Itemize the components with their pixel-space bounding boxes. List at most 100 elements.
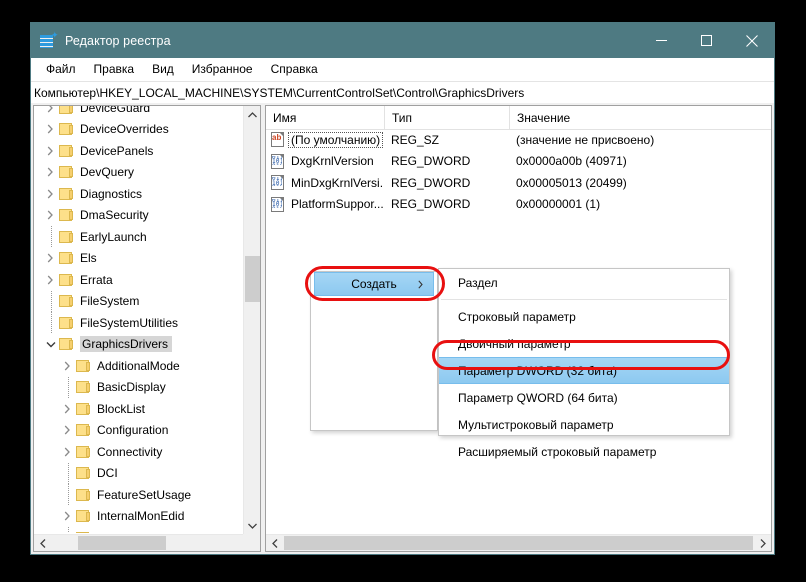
- submenu-item-4[interactable]: Параметр DWORD (32 бита): [439, 357, 729, 384]
- chevron-right-icon[interactable]: [60, 355, 75, 376]
- tree-node-devicepanels[interactable]: DevicePanels: [34, 140, 243, 162]
- chevron-right-icon[interactable]: [43, 183, 58, 204]
- tree-node-featuresetusage[interactable]: FeatureSetUsage: [34, 484, 243, 506]
- tree-node-els[interactable]: Els: [34, 248, 243, 270]
- chevron-right-icon[interactable]: [43, 106, 58, 118]
- values-hscroll-thumb[interactable]: [284, 536, 753, 550]
- chevron-right-icon[interactable]: [43, 269, 58, 290]
- value-data-cell: (значение не присвоено): [516, 132, 655, 147]
- tree-node-monitordatastor[interactable]: MonitorDataStor: [34, 527, 243, 533]
- value-row[interactable]: 011101010 MinDxgKrnlVersi... REG_DWORD 0x00…: [266, 172, 771, 194]
- tree-node-filesystemutilities[interactable]: FileSystemUtilities: [34, 312, 243, 334]
- value-row[interactable]: 011101010 PlatformSuppor... REG_DWORD 0x000…: [266, 194, 771, 216]
- chevron-right-icon[interactable]: [60, 441, 75, 462]
- tree-vertical-scrollbar[interactable]: [243, 106, 260, 534]
- submenu-item-3[interactable]: Двоичный параметр: [439, 330, 729, 357]
- address-path: Компьютер\HKEY_LOCAL_MACHINE\SYSTEM\Curr…: [34, 85, 525, 100]
- folder-icon: [58, 273, 75, 287]
- tree-guide-dots: [60, 484, 75, 505]
- submenu-item-1[interactable]: Раздел: [439, 269, 729, 296]
- submenu-item-label: Расширяемый строковый параметр: [458, 444, 657, 459]
- tree-hscroll-thumb[interactable]: [78, 536, 166, 550]
- menu-bar: Файл Правка Вид Избранное Справка: [31, 58, 774, 81]
- submenu-item-5[interactable]: Параметр QWORD (64 бита): [439, 384, 729, 411]
- chevron-right-icon[interactable]: [60, 420, 75, 441]
- window-titlebar: ✦ Редактор реестра: [31, 23, 774, 58]
- chevron-right-icon[interactable]: [43, 248, 58, 269]
- chevron-right-icon[interactable]: [43, 119, 58, 140]
- tree-node-dci[interactable]: DCI: [34, 463, 243, 485]
- tree-node-internalmonedid[interactable]: InternalMonEdid: [34, 506, 243, 528]
- tree-node-blocklist[interactable]: BlockList: [34, 398, 243, 420]
- tree-node-additionalmode[interactable]: AdditionalMode: [34, 355, 243, 377]
- tree-node-filesystem[interactable]: FileSystem: [34, 291, 243, 313]
- window-title: Редактор реестра: [65, 33, 171, 48]
- submenu-item-2[interactable]: Строковый параметр: [439, 303, 729, 330]
- scroll-up-icon[interactable]: [244, 106, 260, 123]
- folder-icon: [75, 531, 92, 533]
- tree-node-basicdisplay[interactable]: BasicDisplay: [34, 377, 243, 399]
- value-row[interactable]: ab (По умолчанию) REG_SZ (значение не присв…: [266, 129, 771, 151]
- chevron-right-icon[interactable]: [43, 162, 58, 183]
- menu-item-2[interactable]: Правка: [85, 60, 144, 79]
- maximize-button[interactable]: [684, 23, 729, 58]
- scroll-down-icon[interactable]: [244, 517, 260, 534]
- tree-node-connectivity[interactable]: Connectivity: [34, 441, 243, 463]
- column-header-2[interactable]: Тип: [384, 106, 509, 129]
- tree-node-label: Connectivity: [97, 444, 163, 459]
- column-header-1[interactable]: Имя: [266, 106, 384, 129]
- chevron-right-icon[interactable]: [60, 506, 75, 527]
- tree-node-label: MonitorDataStor: [97, 531, 188, 533]
- value-name-cell: ab (По умолчанию): [266, 131, 384, 148]
- chevron-right-icon[interactable]: [43, 140, 58, 161]
- value-row[interactable]: 011101010 DxgKrnlVersion REG_DWORD 0x0000a0…: [266, 151, 771, 173]
- tree-node-configuration[interactable]: Configuration: [34, 420, 243, 442]
- close-button[interactable]: [729, 23, 774, 58]
- folder-icon: [75, 402, 92, 416]
- tree-node-deviceguard[interactable]: DeviceGuard: [34, 106, 243, 119]
- tree-node-diagnostics[interactable]: Diagnostics: [34, 183, 243, 205]
- values-scroll-left-icon[interactable]: [266, 535, 283, 551]
- menu-item-1[interactable]: Файл: [37, 60, 85, 79]
- folder-icon: [75, 509, 92, 523]
- dword-value-icon: 011101010: [270, 175, 286, 191]
- tree-node-dmasecurity[interactable]: DmaSecurity: [34, 205, 243, 227]
- tree-horizontal-scrollbar[interactable]: [34, 534, 260, 551]
- column-header-label: Тип: [392, 110, 413, 125]
- tree-guide-dots: [60, 527, 75, 533]
- folder-icon: [58, 251, 75, 265]
- values-horizontal-scrollbar[interactable]: [266, 534, 771, 551]
- address-bar[interactable]: Компьютер\HKEY_LOCAL_MACHINE\SYSTEM\Curr…: [31, 81, 774, 104]
- chevron-right-icon[interactable]: [43, 205, 58, 226]
- context-menu-submenu: Раздел Строковый параметр Двоичный парамет…: [438, 268, 730, 459]
- folder-icon: [75, 466, 92, 480]
- tree-node-graphicsdrivers[interactable]: GraphicsDrivers: [34, 334, 243, 356]
- chevron-down-icon[interactable]: [43, 334, 58, 355]
- create-label: Создать: [351, 277, 397, 291]
- submenu-item-label: Раздел: [458, 275, 498, 290]
- tree-node-errata[interactable]: Errata: [34, 269, 243, 291]
- tree-node-label: DCI: [97, 466, 118, 481]
- values-scroll-right-icon[interactable]: [754, 535, 771, 551]
- folder-icon: [75, 423, 92, 437]
- minimize-button[interactable]: [639, 23, 684, 58]
- tree-scroll-thumb[interactable]: [245, 256, 260, 302]
- tree-node-devquery[interactable]: DevQuery: [34, 162, 243, 184]
- chevron-right-icon[interactable]: [60, 398, 75, 419]
- submenu-item-7[interactable]: Расширяемый строковый параметр: [439, 438, 729, 465]
- menu-item-5[interactable]: Справка: [262, 60, 327, 79]
- menu-item-4[interactable]: Избранное: [183, 60, 262, 79]
- folder-icon: [58, 208, 75, 222]
- tree-guide-dots: [60, 377, 75, 398]
- tree-node-deviceoverrides[interactable]: DeviceOverrides: [34, 119, 243, 141]
- column-header-3[interactable]: Значение: [509, 106, 771, 129]
- submenu-item-6[interactable]: Мультистроковый параметр: [439, 411, 729, 438]
- screenshot-root: ✦ Редактор реестра Файл Правка Вид Избра…: [0, 0, 806, 582]
- tree-node-earlylaunch[interactable]: EarlyLaunch: [34, 226, 243, 248]
- value-name-cell: 011101010 PlatformSuppor...: [266, 196, 384, 212]
- value-data-cell: 0x0000a00b (40971): [516, 154, 627, 169]
- string-value-icon: ab: [270, 132, 286, 148]
- menu-item-3[interactable]: Вид: [143, 60, 183, 79]
- scroll-left-icon[interactable]: [34, 535, 51, 551]
- context-menu-item-create[interactable]: Создать: [314, 272, 434, 296]
